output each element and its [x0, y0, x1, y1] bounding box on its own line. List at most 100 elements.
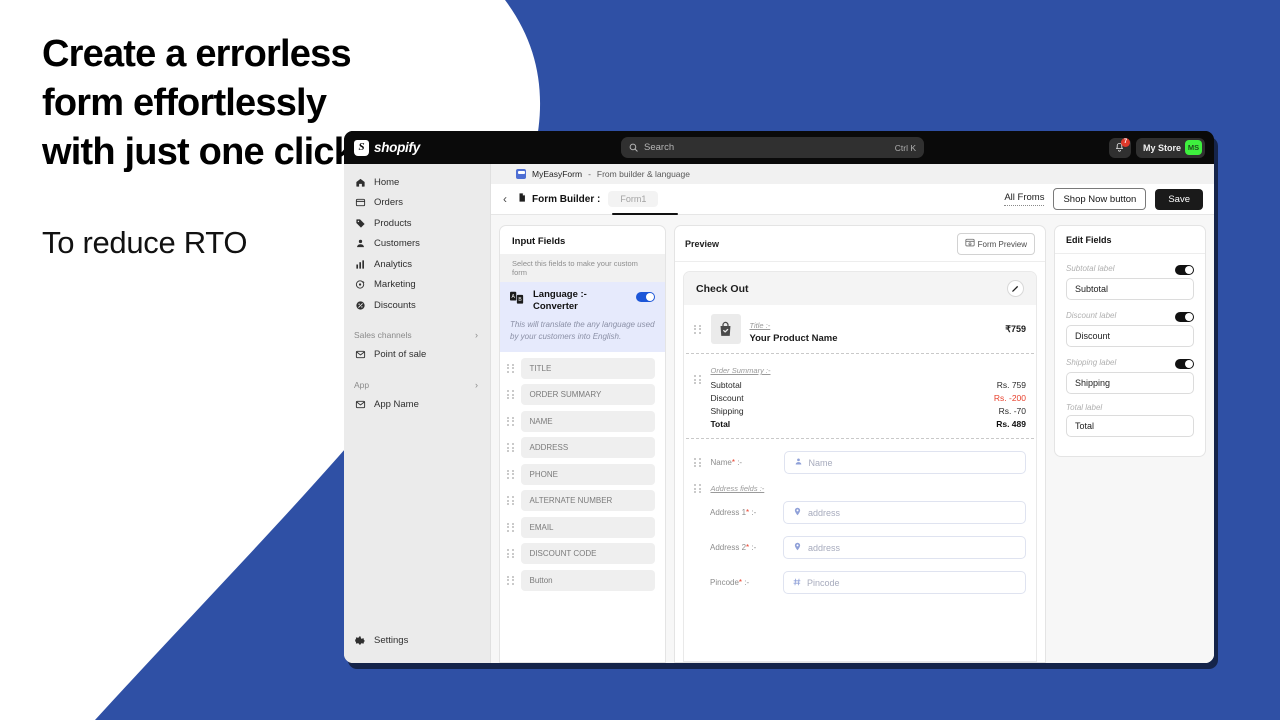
global-search[interactable]: Ctrl K — [621, 137, 924, 158]
drag-handle-icon[interactable] — [694, 484, 702, 493]
row-value: Rs. -200 — [993, 392, 1026, 403]
sidebar-item-settings[interactable]: Settings — [344, 631, 490, 652]
store-switcher[interactable]: My Store MS — [1135, 137, 1205, 158]
drag-handle-icon[interactable] — [507, 549, 515, 558]
name-input[interactable]: Name — [783, 451, 1026, 474]
sidebar-group-app[interactable]: App › — [344, 375, 490, 394]
list-item[interactable]: ALTERNATE NUMBER — [507, 490, 655, 511]
drag-handle-icon[interactable] — [694, 458, 702, 467]
shipping-input[interactable] — [1066, 372, 1194, 394]
sidebar-item-label: Home — [374, 176, 400, 188]
edit-pencil-button[interactable] — [1007, 280, 1024, 297]
address2-input[interactable]: address — [783, 536, 1026, 559]
field-chip[interactable]: NAME — [520, 410, 655, 432]
language-converter-toggle[interactable] — [636, 292, 655, 302]
label-suffix: :- — [744, 578, 750, 587]
edit-field-group-shipping: Shipping label — [1066, 354, 1194, 394]
sidebar-item-marketing[interactable]: Marketing — [344, 275, 490, 296]
subtotal-input[interactable] — [1066, 278, 1194, 300]
field-chip[interactable]: ALTERNATE NUMBER — [520, 490, 655, 511]
field-chip[interactable]: PHONE — [520, 463, 655, 485]
drag-handle-icon[interactable] — [507, 575, 515, 585]
pincode-row: Pincode* :- Pincode — [684, 565, 1036, 600]
form-preview-button[interactable]: Form Preview — [956, 233, 1035, 255]
drag-handle-icon[interactable] — [507, 443, 515, 452]
list-item[interactable]: NAME — [507, 410, 655, 432]
sidebar-item-analytics[interactable]: Analytics — [344, 254, 490, 275]
subtotal-toggle[interactable] — [1175, 265, 1194, 275]
drag-handle-icon[interactable] — [507, 390, 515, 399]
field-chip[interactable]: ADDRESS — [520, 437, 655, 458]
shop-now-button[interactable]: Shop Now button — [1053, 188, 1147, 210]
sidebar-item-orders[interactable]: Orders — [344, 193, 490, 214]
sidebar-item-home[interactable]: Home — [344, 172, 490, 193]
order-summary-section: Order Summary :- Subtotal Rs. 759 Discou… — [684, 354, 1036, 438]
required-marker: * — [746, 508, 750, 517]
drag-handle-icon[interactable] — [507, 363, 515, 373]
field-chip[interactable]: TITLE — [520, 357, 655, 379]
form-name-pill[interactable]: Form1 — [608, 191, 659, 207]
sidebar-item-discounts[interactable]: Discounts — [344, 295, 490, 316]
drag-handle-icon[interactable] — [694, 324, 702, 334]
sidebar-item-products[interactable]: Products — [344, 213, 490, 234]
label-suffix: :- — [751, 508, 757, 517]
row-label: Subtotal — [710, 379, 742, 390]
notifications-button[interactable]: 7 — [1108, 137, 1131, 158]
breadcrumb-app-name[interactable]: MyEasyForm — [532, 169, 582, 179]
field-chip[interactable]: DISCOUNT CODE — [520, 543, 655, 564]
list-item[interactable]: PHONE — [507, 463, 655, 485]
sidebar-item-customers[interactable]: Customers — [344, 234, 490, 255]
draggable-field-list: TITLE ORDER SUMMARY NAME ADDRESS PHONE A… — [500, 352, 665, 599]
address-section-label: Address fields :- — [710, 484, 765, 493]
back-chevron-icon[interactable]: ‹ — [499, 192, 511, 206]
all-forms-link[interactable]: All Froms — [1004, 192, 1045, 206]
store-name-label: My Store — [1142, 142, 1181, 153]
form-preview-label: Form Preview — [977, 239, 1027, 249]
list-item[interactable]: ORDER SUMMARY — [507, 384, 655, 405]
label-suffix: :- — [751, 543, 757, 552]
sidebar-item-point-of-sale[interactable]: Point of sale — [344, 345, 490, 366]
hash-icon — [793, 578, 801, 588]
list-item[interactable]: Button — [507, 569, 655, 591]
drag-handle-icon[interactable] — [507, 496, 515, 505]
search-input[interactable] — [644, 142, 889, 153]
label-text: Address 1 — [710, 508, 747, 517]
list-item[interactable]: ADDRESS — [507, 437, 655, 458]
list-item[interactable]: DISCOUNT CODE — [507, 543, 655, 564]
field-chip[interactable]: EMAIL — [520, 516, 655, 538]
discount-input[interactable] — [1066, 325, 1194, 347]
sidebar-item-app-name[interactable]: App Name — [344, 394, 490, 415]
product-thumbnail — [710, 314, 741, 344]
name-input-placeholder: Name — [808, 457, 833, 468]
save-button[interactable]: Save — [1155, 188, 1203, 210]
drag-handle-icon[interactable] — [694, 375, 702, 384]
list-item[interactable]: EMAIL — [507, 516, 655, 538]
order-summary-row: Subtotal Rs. 759 — [711, 378, 1027, 391]
address1-input[interactable]: address — [783, 501, 1026, 524]
shopify-logo[interactable]: shopify — [354, 139, 504, 156]
shipping-toggle[interactable] — [1175, 359, 1194, 369]
promo-subline: To reduce RTO — [42, 225, 248, 261]
label-suffix: :- — [737, 458, 743, 467]
drag-handle-icon[interactable] — [507, 469, 515, 479]
app-envelope-icon — [354, 398, 366, 410]
discount-toggle[interactable] — [1175, 312, 1194, 322]
drag-handle-icon[interactable] — [507, 522, 515, 532]
drag-handle-icon[interactable] — [507, 416, 515, 426]
edit-fields-title: Edit Fields — [1055, 226, 1205, 254]
sidebar-item-label: Settings — [374, 635, 409, 647]
row-label: Total — [710, 418, 731, 429]
topbar-right-cluster: 7 My Store MS — [1108, 137, 1205, 158]
sidebar-group-sales-channels[interactable]: Sales channels › — [344, 326, 490, 345]
total-input[interactable] — [1066, 415, 1194, 437]
order-summary-row: Discount Rs. -200 — [711, 391, 1027, 404]
row-label: Shipping — [710, 405, 744, 416]
language-converter-card: AB Language :- Converter This will trans… — [500, 282, 665, 352]
list-item[interactable]: TITLE — [507, 357, 655, 379]
pincode-input[interactable]: Pincode — [783, 571, 1026, 594]
preview-body: Check Out Title:- Your Product Name ₹75… — [675, 262, 1045, 662]
field-chip[interactable]: Button — [520, 569, 655, 591]
field-chip[interactable]: ORDER SUMMARY — [520, 384, 655, 405]
address1-label: Address 1* :- — [710, 508, 774, 517]
sidebar-item-label: Orders — [374, 197, 404, 209]
